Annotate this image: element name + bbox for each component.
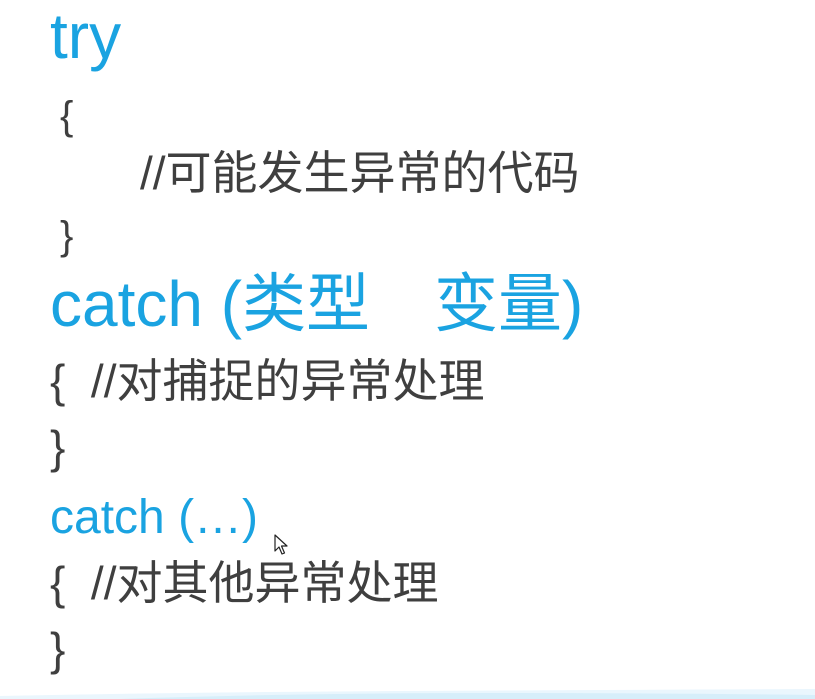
catch-typed-close-brace: }	[50, 421, 66, 473]
catch-typed-keyword: catch (类型 变量)	[50, 268, 584, 340]
try-close-brace: }	[60, 214, 74, 258]
catch-all-comment: //对其他异常处理	[65, 557, 439, 609]
mouse-pointer-icon	[274, 534, 288, 555]
try-keyword: try	[50, 0, 122, 72]
catch-all-keyword: catch (…)	[50, 491, 259, 544]
catch-all-open-line: { //对其他异常处理	[50, 560, 439, 606]
catch-typed-open-line: { //对捕捉的异常处理	[50, 358, 485, 404]
slide-canvas: try { //可能发生异常的代码 } catch (类型 变量) { //对捕…	[0, 0, 815, 699]
catch-typed-open-brace: {	[50, 355, 66, 407]
try-open-brace: {	[60, 94, 74, 138]
catch-typed-comment: //对捕捉的异常处理	[65, 355, 485, 407]
catch-all-close-brace: }	[50, 623, 66, 675]
catch-all-open-brace: {	[50, 557, 66, 609]
decorative-bottom-wave	[0, 689, 815, 699]
try-comment: //可能发生异常的代码	[140, 147, 580, 199]
